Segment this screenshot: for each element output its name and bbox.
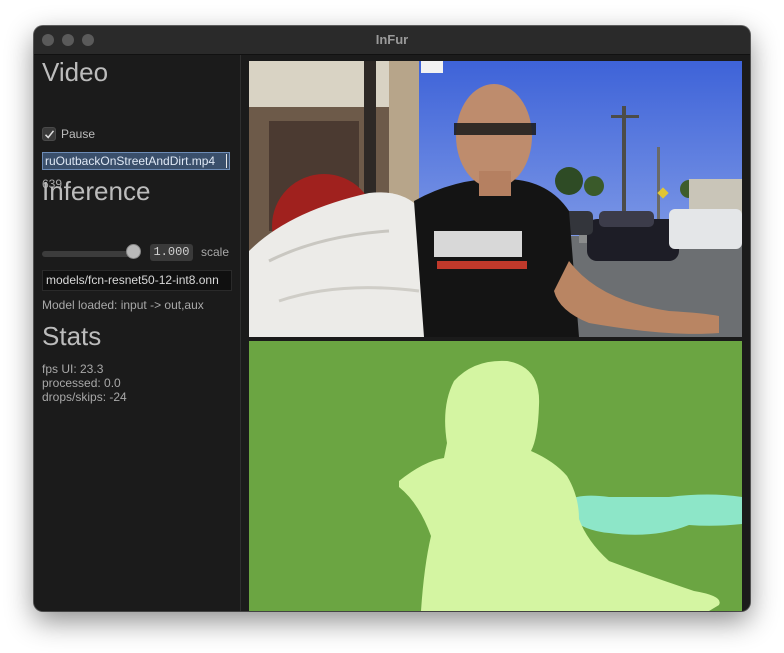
video-file-input[interactable]: ruOutbackOnStreetAndDirt.mp4 — [42, 152, 230, 170]
check-icon — [44, 130, 55, 139]
scale-slider-handle[interactable] — [126, 244, 141, 259]
sidebar: Video Pause ruOutbackOnStreetAndDirt.mp4… — [34, 55, 241, 611]
window-title: InFur — [375, 32, 409, 47]
video-file-value: ruOutbackOnStreetAndDirt.mp4 — [45, 154, 216, 168]
stats-heading: Stats — [42, 321, 102, 351]
video-heading: Video — [42, 57, 109, 87]
drops-skips-stat: drops/skips: -24 — [42, 390, 127, 404]
model-status: Model loaded: input -> out,aux — [42, 298, 204, 312]
scale-label: scale — [201, 245, 230, 259]
text-cursor — [226, 154, 227, 168]
segmentation-output — [249, 341, 742, 611]
title-bar: InFur — [34, 26, 750, 55]
processed-stat: processed: 0.0 — [42, 376, 121, 390]
main-view — [241, 55, 750, 611]
pause-label[interactable]: Pause — [61, 127, 95, 141]
inference-heading: Inference — [42, 176, 151, 206]
pause-checkbox[interactable] — [42, 127, 56, 141]
app-window: InFur Video Pause ruOutbackOnStreetAndDi… — [34, 26, 750, 611]
fps-ui-stat: fps UI: 23.3 — [42, 362, 104, 376]
scale-value-input[interactable]: 1.000 — [150, 244, 193, 261]
video-frame-image — [249, 61, 742, 337]
model-path-input[interactable]: models/fcn-resnet50-12-int8.onn — [42, 270, 232, 291]
segmentation-mask-image — [249, 341, 742, 611]
scale-slider-track[interactable] — [42, 251, 134, 257]
video-frame — [249, 61, 742, 337]
